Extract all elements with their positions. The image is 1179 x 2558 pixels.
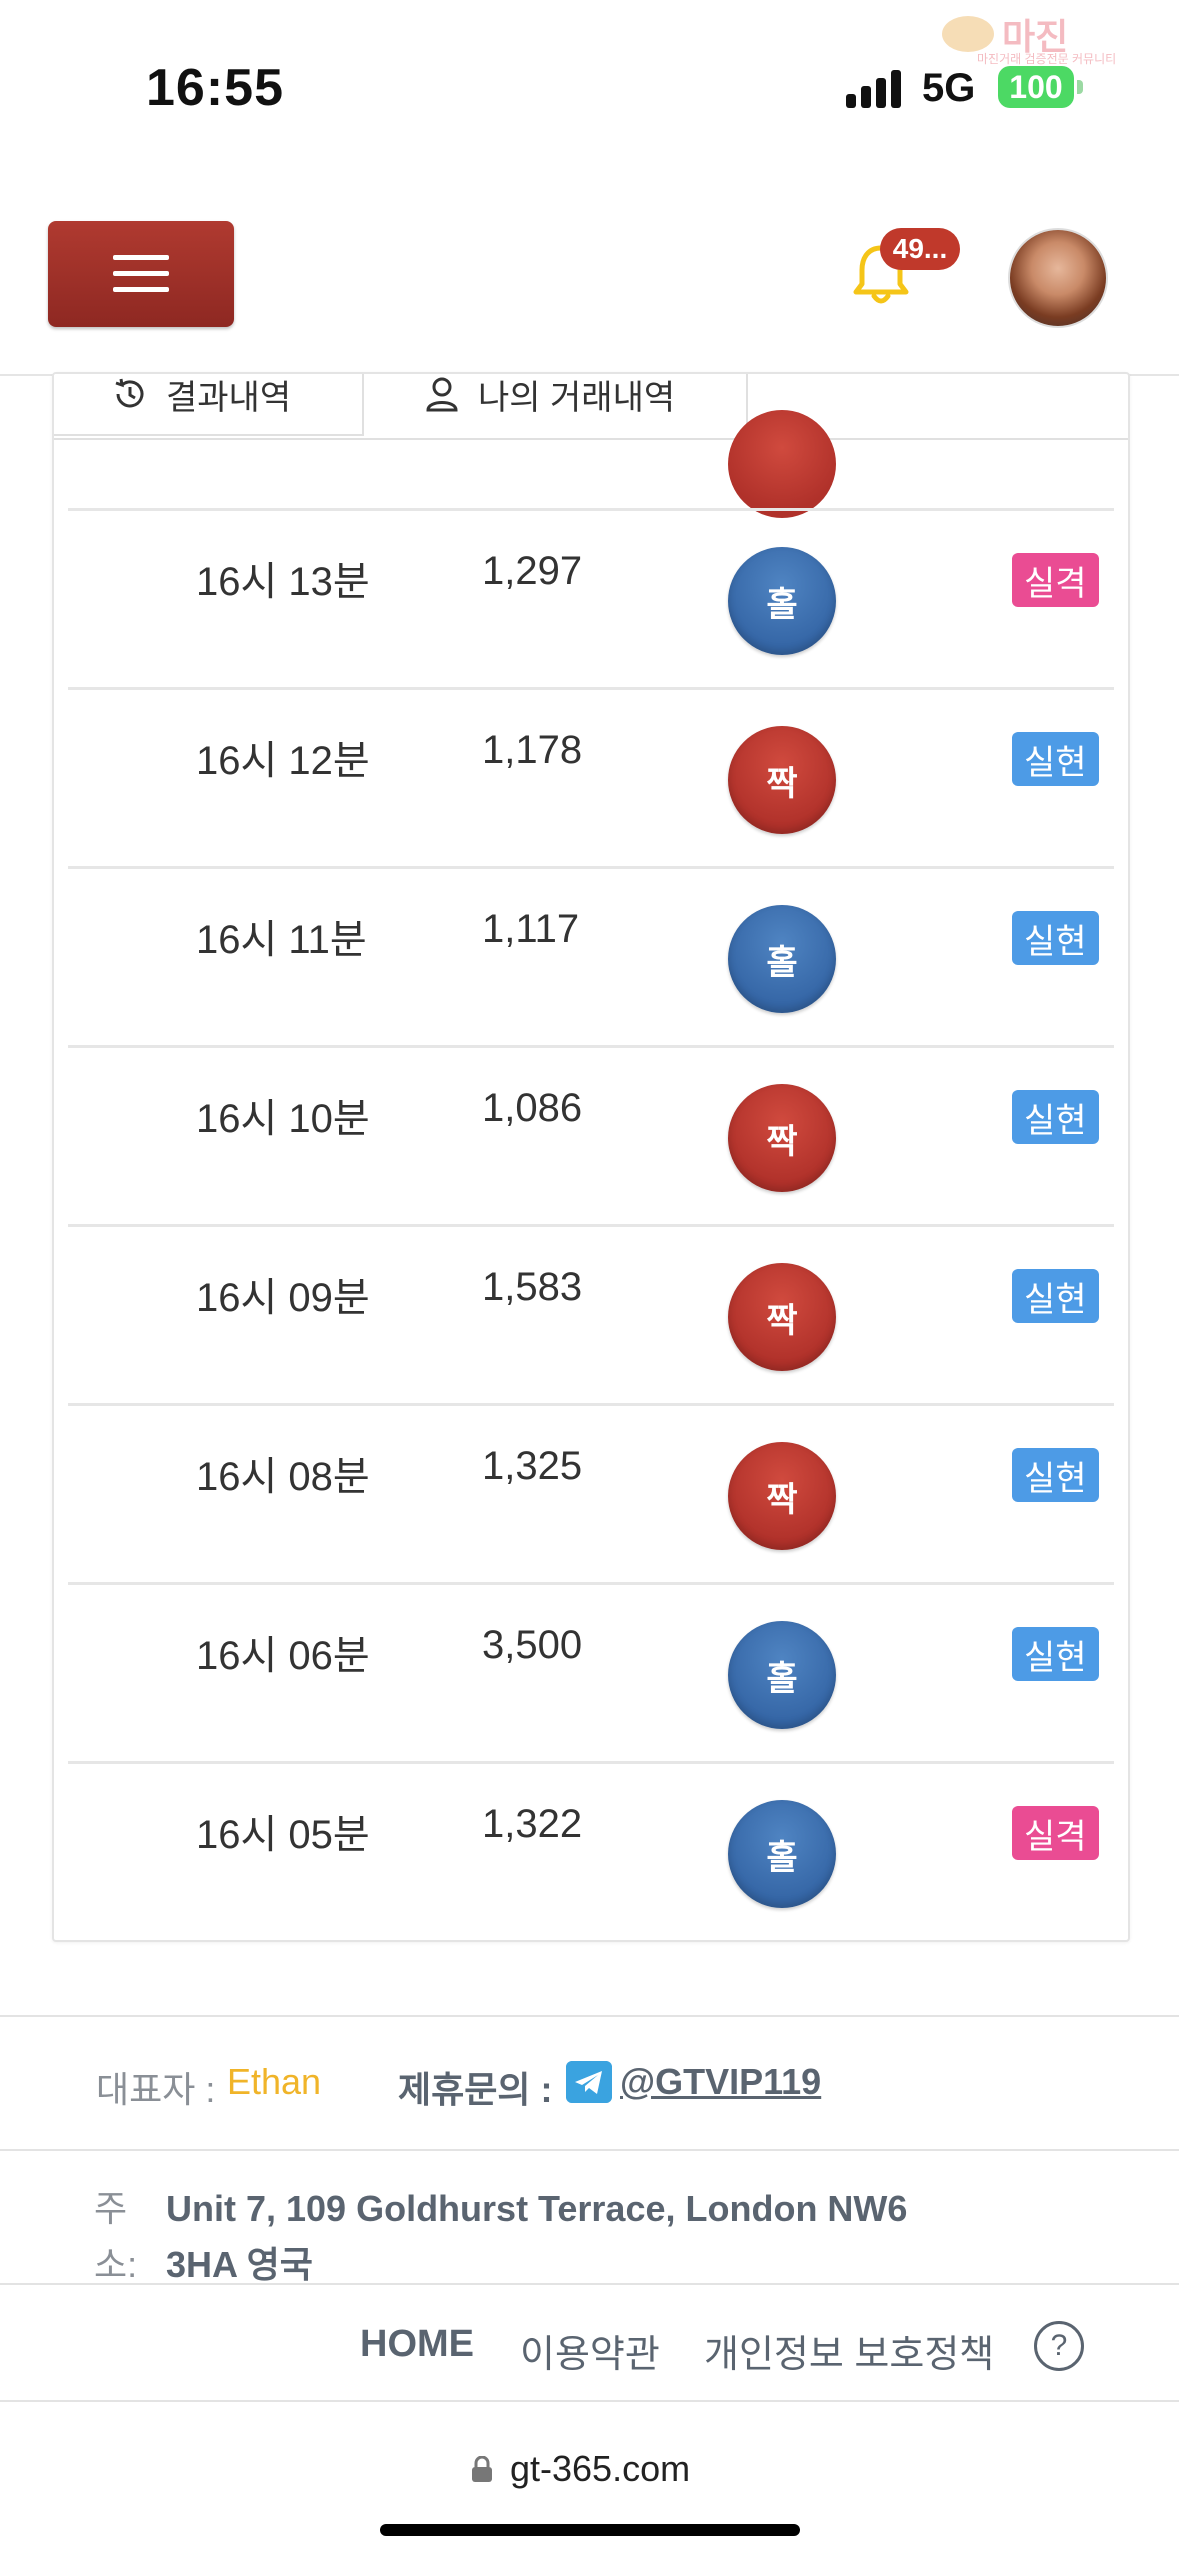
avatar[interactable] (1008, 228, 1108, 328)
battery-level: 100 (1009, 68, 1063, 105)
hamburger-menu-button[interactable] (48, 221, 234, 327)
row-value: 1,322 (482, 1802, 583, 1846)
row-value: 1,117 (482, 907, 580, 951)
row-value: 1,325 (482, 1444, 583, 1488)
address-text: Unit 7, 109 Goldhurst Terrace, London NW… (166, 2188, 908, 2285)
row-time: 16시 13분 (196, 560, 370, 604)
result-ball: 홀 (728, 547, 836, 655)
tab-results-history[interactable]: 결과내역 (54, 374, 364, 436)
table-row: 16시 09분 1,583 짝 실현 (68, 1224, 1114, 1405)
status-badge: 실격 (1012, 553, 1099, 607)
row-time: 16시 12분 (196, 739, 370, 783)
status-bar: 16:55 마진 마진거래 검증전문 커뮤니티 5G 100 (0, 0, 1179, 170)
row-time: 16시 08분 (196, 1455, 370, 1499)
status-badge: 실현 (1012, 1448, 1099, 1502)
row-value: 1,583 (482, 1265, 583, 1309)
representative-name: Ethan (227, 2061, 322, 2102)
telegram-icon[interactable] (566, 2061, 612, 2103)
table-row: 16시 06분 3,500 홀 실현 (68, 1582, 1114, 1763)
representative-label: 대표자 : (96, 2069, 216, 2110)
status-time: 16:55 (146, 59, 284, 117)
watermark-logo: 마진 마진거래 검증전문 커뮤니티 (932, 6, 1172, 66)
battery-icon: 100 (998, 66, 1074, 108)
result-ball: 짝 (728, 1263, 836, 1371)
result-ball: 짝 (728, 1084, 836, 1192)
status-badge: 실현 (1012, 911, 1099, 965)
network-type: 5G (922, 66, 976, 110)
contact-label: 제휴문의 : (398, 2069, 553, 2110)
watermark-badge-icon (942, 16, 994, 52)
result-ball: 짝 (728, 726, 836, 834)
row-value: 1,297 (482, 549, 583, 593)
status-badge: 실현 (1012, 1090, 1099, 1144)
signal-icon (846, 70, 906, 108)
telegram-link[interactable]: @GTVIP119 (620, 2061, 821, 2103)
status-badge: 실현 (1012, 732, 1099, 786)
footer-address-row: 주 소: Unit 7, 109 Goldhurst Terrace, Lond… (0, 2151, 1179, 2285)
row-value: 1,086 (482, 1086, 583, 1130)
row-value: 1,178 (482, 728, 583, 772)
address-label: 주 소: (94, 2188, 138, 2285)
tab-my-trades-label: 나의 거래내역 (478, 378, 676, 417)
table-row: 16시 08분 1,325 짝 실현 (68, 1403, 1114, 1584)
footer-link-terms[interactable]: 이용약관 (520, 2323, 660, 2378)
tab-my-trades[interactable]: 나의 거래내역 (366, 374, 748, 436)
results-card: 결과내역 나의 거래내역 16시 13분 1,297 홀 실격 16시 12분 … (52, 372, 1130, 1942)
footer-contact-row: 대표자 : Ethan 제휴문의 : @GTVIP119 (0, 2017, 1179, 2151)
site-footer: 대표자 : Ethan 제휴문의 : @GTVIP119 주 소: Unit 7… (0, 2015, 1179, 2404)
site-header: 49... (0, 170, 1179, 376)
table-row: 16시 10분 1,086 짝 실현 (68, 1045, 1114, 1226)
tab-results-label: 결과내역 (166, 378, 292, 417)
watermark-subtitle: 마진거래 검증전문 커뮤니티 (977, 52, 1117, 66)
row-time: 16시 06분 (196, 1634, 370, 1678)
result-ball: 홀 (728, 905, 836, 1013)
table-row: 16시 13분 1,297 홀 실격 (68, 508, 1114, 689)
result-ball: 홀 (728, 1800, 836, 1908)
home-indicator[interactable] (380, 2524, 800, 2536)
row-time: 16시 11분 (196, 918, 367, 962)
tab-bar: 결과내역 나의 거래내역 (54, 374, 1128, 440)
footer-link-privacy[interactable]: 개인정보 보호정책 (704, 2323, 994, 2378)
result-ball: 짝 (728, 1442, 836, 1550)
status-badge: 실현 (1012, 1627, 1099, 1681)
url-text[interactable]: gt-365.com (510, 2448, 690, 2490)
result-ball: 홀 (728, 1621, 836, 1729)
history-icon (115, 378, 144, 408)
footer-links-row: HOME 이용약관 개인정보 보호정책 ? (0, 2285, 1179, 2415)
status-badge: 실격 (1012, 1806, 1099, 1860)
notification-badge: 49... (880, 228, 960, 270)
lock-icon (472, 2456, 492, 2482)
table-row: 16시 12분 1,178 짝 실현 (68, 687, 1114, 868)
browser-url-bar: gt-365.com (0, 2400, 1179, 2558)
table-row: 16시 11분 1,117 홀 실현 (68, 866, 1114, 1047)
user-icon (426, 377, 458, 412)
row-time: 16시 10분 (196, 1097, 370, 1141)
status-badge: 실현 (1012, 1269, 1099, 1323)
row-value: 3,500 (482, 1623, 583, 1667)
table-row: 16시 05분 1,322 홀 실격 (68, 1761, 1114, 1940)
row-time: 16시 09분 (196, 1276, 370, 1320)
footer-link-home[interactable]: HOME (360, 2323, 474, 2366)
help-icon[interactable]: ? (1034, 2321, 1084, 2371)
battery-tip (1077, 80, 1083, 94)
row-time: 16시 05분 (196, 1813, 370, 1857)
result-ball-partial (728, 410, 836, 518)
